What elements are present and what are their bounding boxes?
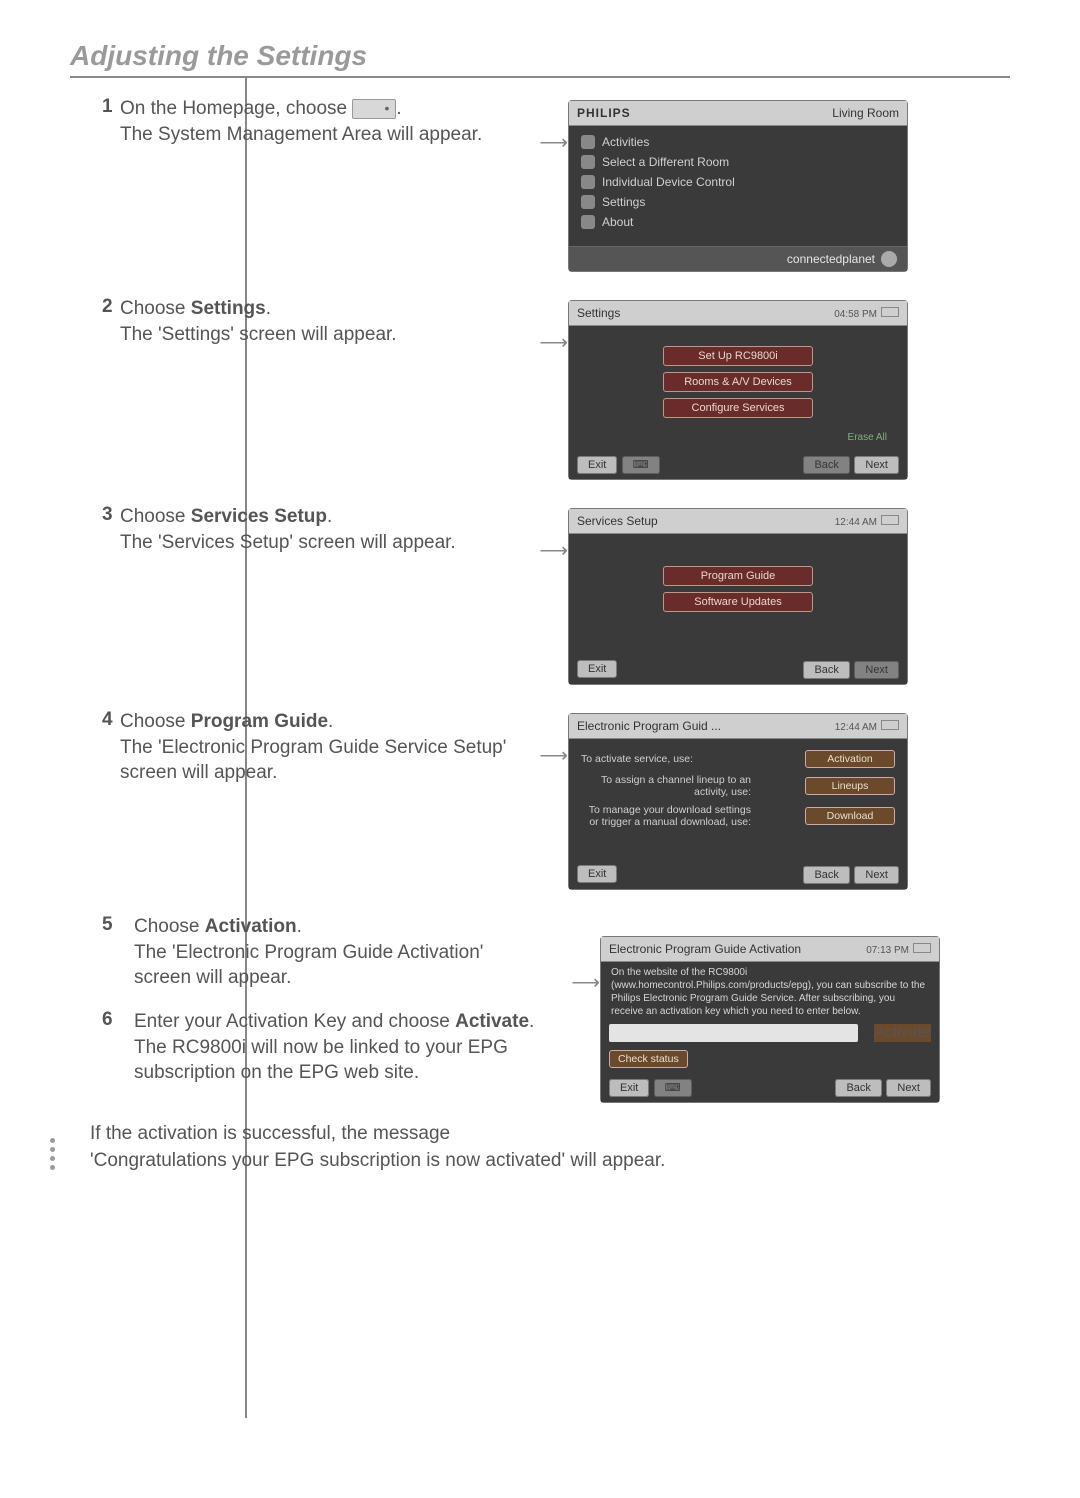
menu-settings[interactable]: Settings <box>579 192 897 212</box>
bottom-note-l1: If the activation is successful, the mes… <box>90 1123 450 1144</box>
arrow-icon: ⟶ <box>530 296 568 355</box>
step1-text-a: On the Homepage, choose <box>120 98 352 119</box>
activation-desc: On the website of the RC9800i (www.homec… <box>601 962 939 1020</box>
exit-button[interactable]: Exit <box>577 456 617 474</box>
room-label: Living Room <box>832 106 899 120</box>
btn-download[interactable]: Download <box>805 807 895 825</box>
next-button[interactable]: Next <box>854 661 899 679</box>
row-label: To activate service, use: <box>581 753 693 765</box>
screenshot-services-setup: Services Setup12:44 AM Program Guide Sof… <box>568 508 908 685</box>
check-status-button[interactable]: Check status <box>609 1050 688 1068</box>
step6-bold: Activate <box>455 1011 529 1032</box>
shot-title: Electronic Program Guid ... <box>577 719 721 733</box>
shot-title: Settings <box>577 306 620 320</box>
step3-para2: The 'Services Setup' screen will appear. <box>120 532 456 553</box>
shot-title: Electronic Program Guide Activation <box>609 942 801 956</box>
ellipsis-dots <box>50 1138 55 1170</box>
btn-program-guide[interactable]: Program Guide <box>663 566 813 586</box>
battery-icon <box>913 943 931 953</box>
btn-setup-rc9800i[interactable]: Set Up RC9800i <box>663 346 813 366</box>
section-title: Adjusting the Settings <box>70 40 1010 72</box>
step6-para2: The RC9800i will now be linked to your E… <box>134 1037 508 1084</box>
battery-icon <box>881 720 899 730</box>
step2-bold: Settings <box>191 298 266 319</box>
back-button[interactable]: Back <box>803 661 849 679</box>
next-button[interactable]: Next <box>886 1079 931 1097</box>
btn-activation[interactable]: Activation <box>805 750 895 768</box>
exit-button[interactable]: Exit <box>609 1079 649 1097</box>
step1-para2: The System Management Area will appear. <box>120 124 482 145</box>
step1-text-b: . <box>396 98 401 119</box>
step5-bold: Activation <box>205 916 297 937</box>
next-button[interactable]: Next <box>854 866 899 884</box>
row-label: To assign a channel lineup to an activit… <box>581 774 751 798</box>
keyboard-button[interactable]: ⌨ <box>622 456 660 474</box>
step-number: 1 <box>102 96 120 118</box>
step-number: 5 <box>102 914 120 991</box>
screenshot-epg-setup: Electronic Program Guid ...12:44 AM To a… <box>568 713 908 890</box>
screenshot-epg-activation: Electronic Program Guide Activation07:13… <box>600 936 940 1103</box>
step3-bold: Services Setup <box>191 506 327 527</box>
arrow-icon: ⟶ <box>530 709 568 768</box>
home-icon <box>352 99 396 119</box>
wrench-icon <box>581 195 595 209</box>
keyboard-button[interactable]: ⌨ <box>654 1079 692 1097</box>
planet-icon <box>581 175 595 189</box>
step5-c: . <box>297 916 302 937</box>
arrow-icon: ⟶ <box>530 96 568 155</box>
step2-c: . <box>266 298 271 319</box>
step5-a: Choose <box>134 916 205 937</box>
btn-configure-services[interactable]: Configure Services <box>663 398 813 418</box>
screenshot-settings: Settings04:58 PM Set Up RC9800i Rooms & … <box>568 300 908 480</box>
connectedplanet-label: connectedplanet <box>787 252 875 266</box>
menu-select-room[interactable]: Select a Different Room <box>579 152 897 172</box>
arrow-icon: ⟶ <box>530 504 568 563</box>
exit-button[interactable]: Exit <box>577 865 617 883</box>
btn-lineups[interactable]: Lineups <box>805 777 895 795</box>
back-button[interactable]: Back <box>803 866 849 884</box>
battery-icon <box>881 307 899 317</box>
step4-c: . <box>328 711 333 732</box>
activation-key-input[interactable] <box>609 1024 858 1042</box>
step4-bold: Program Guide <box>191 711 328 732</box>
step3-c: . <box>327 506 332 527</box>
door-icon <box>581 155 595 169</box>
info-icon <box>581 215 595 229</box>
star-icon <box>581 135 595 149</box>
step-number: 4 <box>102 709 120 731</box>
menu-about[interactable]: About <box>579 212 897 232</box>
step4-para2: The 'Electronic Program Guide Service Se… <box>120 737 506 784</box>
step2-a: Choose <box>120 298 191 319</box>
step-number: 6 <box>102 1009 120 1086</box>
menu-device-control[interactable]: Individual Device Control <box>579 172 897 192</box>
exit-button[interactable]: Exit <box>577 660 617 678</box>
step-number: 2 <box>102 296 120 318</box>
step6-c: . <box>529 1011 534 1032</box>
brand: PHILIPS <box>577 106 631 120</box>
step6-a: Enter your Activation Key and choose <box>134 1011 455 1032</box>
step5-para2: The 'Electronic Program Guide Activation… <box>134 942 483 989</box>
screenshot-home: PHILIPS Living Room Activities Select a D… <box>568 100 908 272</box>
shot-title: Services Setup <box>577 514 658 528</box>
battery-icon <box>881 515 899 525</box>
btn-rooms-av[interactable]: Rooms & A/V Devices <box>663 372 813 392</box>
back-button[interactable]: Back <box>835 1079 881 1097</box>
step3-a: Choose <box>120 506 191 527</box>
arrow-icon: ⟶ <box>562 914 600 995</box>
erase-all-link[interactable]: Erase All <box>579 432 897 443</box>
step2-para2: The 'Settings' screen will appear. <box>120 324 397 345</box>
next-button[interactable]: Next <box>854 456 899 474</box>
activate-button[interactable]: Activate <box>874 1024 931 1042</box>
step-number: 3 <box>102 504 120 526</box>
bottom-note-l2: 'Congratulations your EPG subscription i… <box>90 1150 665 1171</box>
back-button[interactable]: Back <box>803 456 849 474</box>
menu-activities[interactable]: Activities <box>579 132 897 152</box>
step4-a: Choose <box>120 711 191 732</box>
btn-software-updates[interactable]: Software Updates <box>663 592 813 612</box>
row-label: To manage your download settings or trig… <box>581 804 751 828</box>
gear-icon[interactable] <box>881 251 897 267</box>
